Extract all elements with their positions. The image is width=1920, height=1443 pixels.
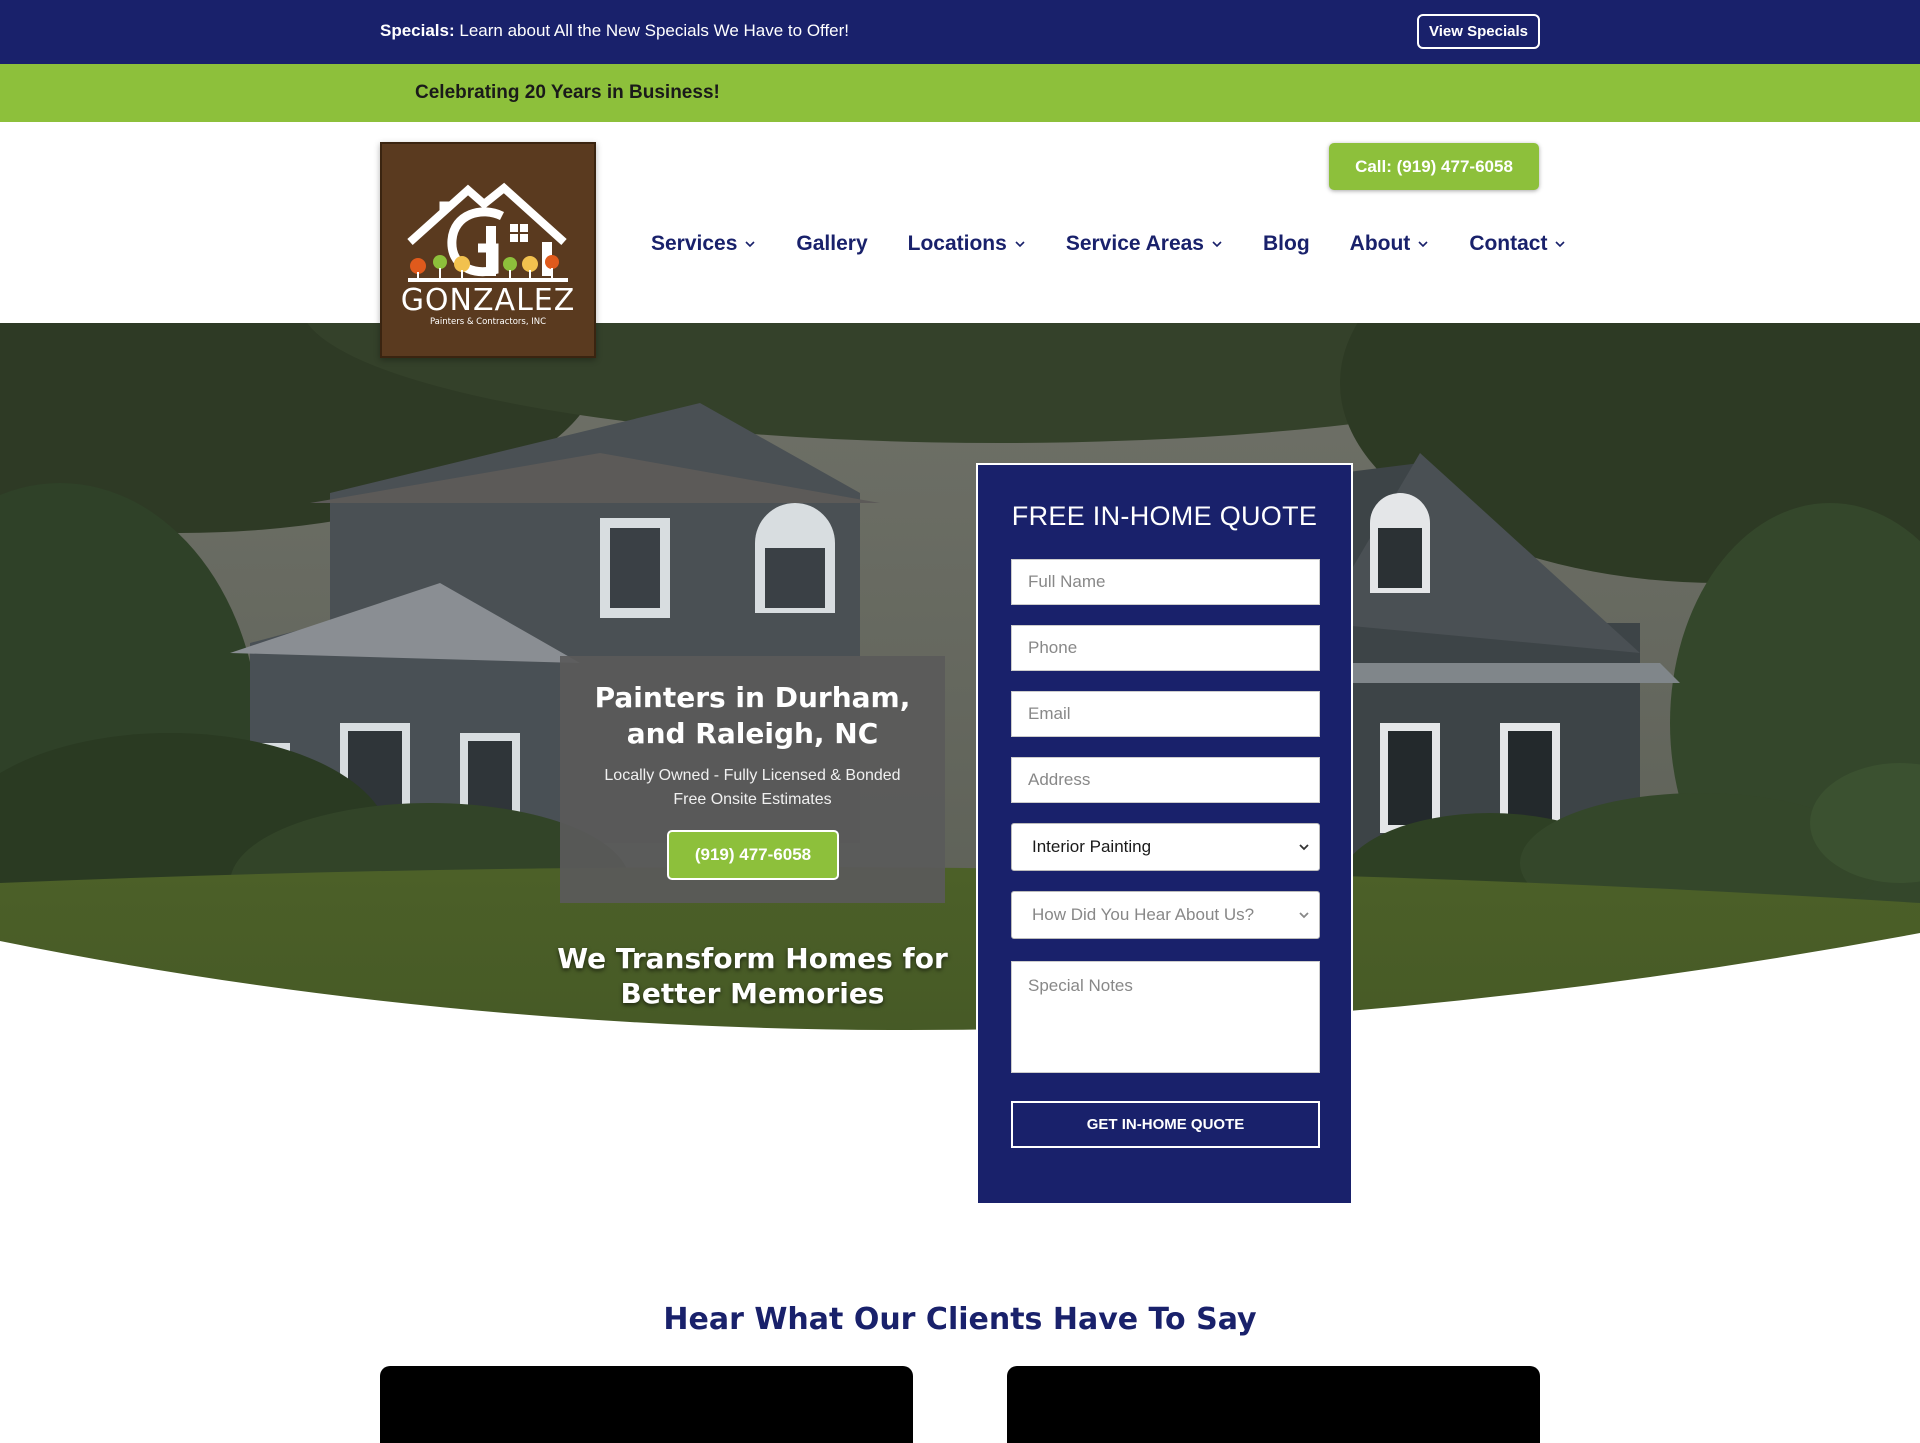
nav-item-label: Contact <box>1469 232 1548 255</box>
referral-select[interactable]: How Did You Hear About Us? <box>1011 891 1320 939</box>
logo-subtext: Painters & Contractors, INC <box>430 317 546 327</box>
nav-item-contact[interactable]: Contact <box>1469 232 1566 256</box>
main-nav: Services Gallery Locations Service Areas Blo… <box>651 229 1606 259</box>
nav-item-label: Service Areas <box>1065 232 1204 255</box>
hero-promo-box: Painters in Durham, and Raleigh, NC Local… <box>560 656 945 903</box>
chevron-down-icon <box>1555 241 1566 248</box>
nav-item-label: Blog <box>1263 232 1310 255</box>
testimonial-video[interactable] <box>380 1366 913 1443</box>
view-specials-button[interactable]: View Specials <box>1417 14 1540 49</box>
announcement-text: Celebrating 20 Years in Business! <box>415 82 720 103</box>
chevron-down-icon <box>1299 844 1309 851</box>
specials-bar: Specials: Learn about All the New Specia… <box>0 0 1920 64</box>
chevron-down-icon <box>1212 241 1222 248</box>
phone-input[interactable]: Phone <box>1011 625 1320 671</box>
referral-select-value: How Did You Hear About Us? <box>1032 905 1255 924</box>
hero-title: Painters in Durham, and Raleigh, NC <box>594 681 911 750</box>
nav-item-label: About <box>1349 232 1411 255</box>
nav-item-services[interactable]: Services <box>651 232 756 256</box>
testimonials-heading: Hear What Our Clients Have To Say <box>663 1302 1257 1337</box>
nav-item-about[interactable]: About <box>1350 232 1430 256</box>
hero-phone-button[interactable]: (919) 477-6058 <box>667 830 839 880</box>
service-select-value: Interior Painting <box>1032 837 1152 856</box>
specials-text: Learn about All the New Specials We Have… <box>454 21 850 40</box>
quote-form: FREE IN-HOME QUOTE Full Name Phone Email… <box>976 463 1353 1205</box>
house-logo-icon: GONZALEZ Painters & Contractors, INC <box>401 182 576 327</box>
chevron-down-icon <box>745 241 755 248</box>
call-button[interactable]: Call: (919) 477-6058 <box>1329 143 1539 190</box>
testimonial-video[interactable] <box>1007 1366 1540 1443</box>
site-header <box>0 122 1920 323</box>
announcement-bar: Celebrating 20 Years in Business! <box>0 64 1920 122</box>
nav-item-locations[interactable]: Locations <box>908 232 1026 256</box>
hero-tagline: We Transform Homes for Better Memories <box>557 942 948 1010</box>
specials-message: Specials: Learn about All the New Specia… <box>380 21 849 41</box>
specials-label: Specials: <box>380 21 455 40</box>
chevron-down-icon <box>1299 912 1309 919</box>
hero-subtitle: Locally Owned - Fully Licensed & Bonded F… <box>604 767 901 808</box>
hero-section <box>0 323 1920 1243</box>
quote-form-title: FREE IN-HOME QUOTE <box>1011 501 1318 531</box>
address-input[interactable]: Address <box>1011 757 1320 803</box>
get-quote-button[interactable]: GET IN-HOME QUOTE <box>1011 1101 1320 1148</box>
full-name-input[interactable]: Full Name <box>1011 559 1320 605</box>
special-notes-textarea[interactable]: Special Notes <box>1011 961 1320 1073</box>
nav-item-label: Gallery <box>796 232 868 255</box>
house-photo-background <box>0 323 1920 1243</box>
chevron-down-icon <box>1015 241 1025 248</box>
nav-item-label: Services <box>651 232 738 255</box>
email-input[interactable]: Email <box>1011 691 1320 737</box>
logo-wordmark: GONZALEZ <box>401 283 576 318</box>
nav-item-service-areas[interactable]: Service Areas <box>1066 232 1223 256</box>
company-logo[interactable]: GONZALEZ Painters & Contractors, INC <box>380 142 596 358</box>
nav-item-label: Locations <box>907 232 1007 255</box>
nav-item-blog[interactable]: Blog <box>1263 232 1310 256</box>
nav-item-gallery[interactable]: Gallery <box>796 232 867 256</box>
chevron-down-icon <box>1418 241 1428 248</box>
service-select[interactable]: Interior Painting <box>1011 823 1320 871</box>
